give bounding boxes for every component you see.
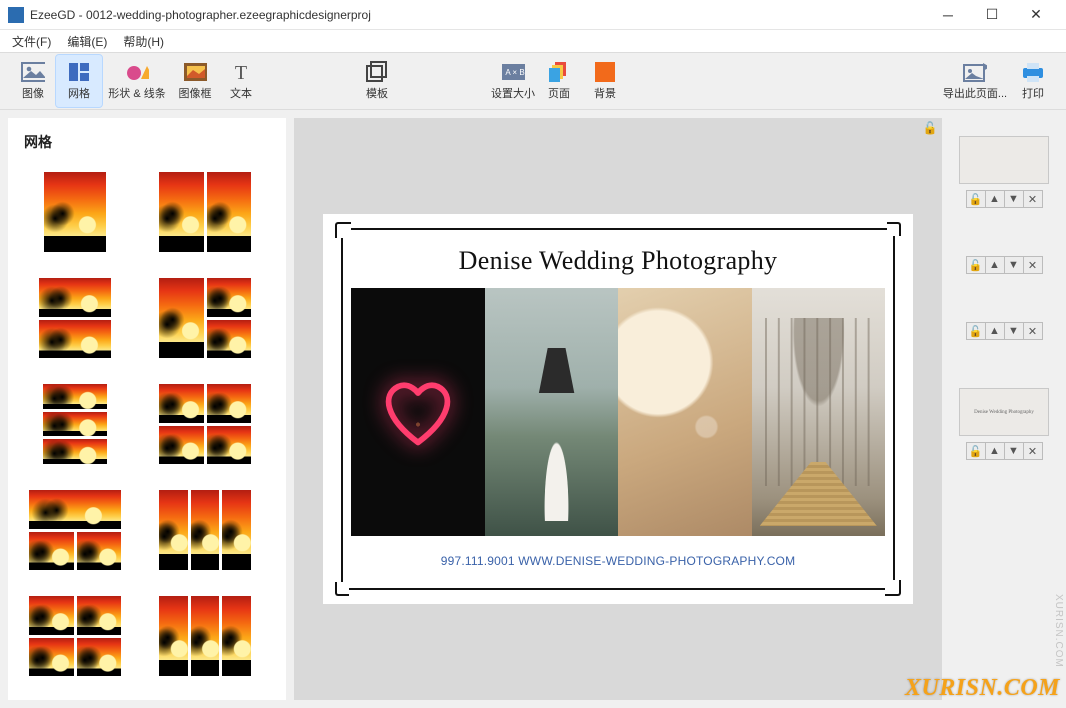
window-title: EzeeGD - 0012-wedding-photographer.ezeeg… xyxy=(30,8,926,22)
tool-page[interactable]: 页面 xyxy=(536,55,582,107)
print-icon xyxy=(1021,61,1045,83)
card-title[interactable]: Denise Wedding Photography xyxy=(459,246,778,276)
layout-4[interactable] xyxy=(146,272,264,364)
layout-6[interactable] xyxy=(146,378,264,470)
layer-item[interactable]: 🔓 ▲ ▼ ✕ xyxy=(950,256,1058,274)
layout-7[interactable] xyxy=(16,484,134,576)
svg-text:A × B: A × B xyxy=(505,68,524,77)
card-image-church[interactable] xyxy=(752,288,886,536)
layer-down[interactable]: ▼ xyxy=(1004,322,1024,340)
layer-delete[interactable]: ✕ xyxy=(1023,190,1043,208)
close-button[interactable]: ✕ xyxy=(1014,0,1058,30)
layout-1[interactable] xyxy=(16,166,134,258)
page-icon xyxy=(547,61,571,83)
menu-file[interactable]: 文件(F) xyxy=(6,31,57,52)
card-image-heart[interactable] xyxy=(351,288,485,536)
layer-up[interactable]: ▲ xyxy=(985,190,1005,208)
layer-thumb[interactable] xyxy=(959,136,1049,184)
toolbar: 图像 网格 形状 & 线条 图像框 T 文本 模板 A × B 设置大小 xyxy=(0,52,1066,110)
sidebar: 网格 xyxy=(8,118,286,700)
menu-help[interactable]: 帮助(H) xyxy=(117,31,170,52)
svg-text:T: T xyxy=(235,62,247,82)
tool-template[interactable]: 模板 xyxy=(354,55,400,107)
lock-icon[interactable]: 🔓 xyxy=(918,116,942,140)
tool-setsize[interactable]: A × B 设置大小 xyxy=(490,55,536,107)
tool-export[interactable]: 导出此页面... xyxy=(940,55,1010,107)
card-contact[interactable]: 997.111.9001 WWW.DENISE-WEDDING-PHOTOGRA… xyxy=(441,554,796,568)
layer-item[interactable]: 🔓 ▲ ▼ ✕ xyxy=(950,136,1058,208)
tool-print[interactable]: 打印 xyxy=(1010,55,1056,107)
layer-up[interactable]: ▲ xyxy=(985,322,1005,340)
text-icon: T xyxy=(229,61,253,83)
layer-lock[interactable]: 🔓 xyxy=(966,442,986,460)
layout-9[interactable] xyxy=(16,590,134,682)
titlebar: EzeeGD - 0012-wedding-photographer.ezeeg… xyxy=(0,0,1066,30)
shapes-icon xyxy=(125,61,149,83)
layer-lock[interactable]: 🔓 xyxy=(966,256,986,274)
layer-delete[interactable]: ✕ xyxy=(1023,442,1043,460)
layout-2[interactable] xyxy=(146,166,264,258)
watermark-main: XURISN.COM xyxy=(905,675,1060,702)
layer-lock[interactable]: 🔓 xyxy=(966,190,986,208)
canvas-wrap: 🔓 Denise Wedding Photography 997.111.900… xyxy=(294,118,942,700)
layer-item[interactable]: 🔓 ▲ ▼ ✕ xyxy=(950,322,1058,340)
tool-grid[interactable]: 网格 xyxy=(56,55,102,107)
tool-frame[interactable]: 图像框 xyxy=(172,55,218,107)
layer-up[interactable]: ▲ xyxy=(985,442,1005,460)
layout-5[interactable] xyxy=(16,378,134,470)
layer-delete[interactable]: ✕ xyxy=(1023,322,1043,340)
tool-background[interactable]: 背景 xyxy=(582,55,628,107)
background-icon xyxy=(593,61,617,83)
layout-10[interactable] xyxy=(146,590,264,682)
app-icon xyxy=(8,7,24,23)
card-image-hands[interactable] xyxy=(618,288,752,536)
tool-shapes[interactable]: 形状 & 线条 xyxy=(102,55,172,107)
grid-gallery[interactable] xyxy=(8,162,286,700)
layer-item[interactable]: Denise Wedding Photography 🔓 ▲ ▼ ✕ xyxy=(950,388,1058,460)
grid-icon xyxy=(67,61,91,83)
design-card[interactable]: Denise Wedding Photography 997.111.9001 … xyxy=(323,214,913,604)
image-icon xyxy=(21,61,45,83)
menubar: 文件(F) 编辑(E) 帮助(H) xyxy=(0,30,1066,52)
tool-text[interactable]: T 文本 xyxy=(218,55,264,107)
maximize-button[interactable]: ☐ xyxy=(970,0,1014,30)
menu-edit[interactable]: 编辑(E) xyxy=(61,31,113,52)
layer-down[interactable]: ▼ xyxy=(1004,256,1024,274)
card-image-row xyxy=(351,288,885,536)
layer-thumb-text[interactable]: Denise Wedding Photography xyxy=(959,388,1049,436)
frame-icon xyxy=(183,61,207,83)
template-icon xyxy=(365,61,389,83)
layer-up[interactable]: ▲ xyxy=(985,256,1005,274)
layer-down[interactable]: ▼ xyxy=(1004,442,1024,460)
watermark-side: XURISN.COM xyxy=(1053,594,1064,668)
layout-8[interactable] xyxy=(146,484,264,576)
layout-3[interactable] xyxy=(16,272,134,364)
card-image-couple[interactable] xyxy=(485,288,619,536)
setsize-icon: A × B xyxy=(501,61,525,83)
export-icon xyxy=(963,61,987,83)
layer-delete[interactable]: ✕ xyxy=(1023,256,1043,274)
layer-down[interactable]: ▼ xyxy=(1004,190,1024,208)
workspace: 网格 🔓 xyxy=(0,110,1066,708)
layer-lock[interactable]: 🔓 xyxy=(966,322,986,340)
tool-image[interactable]: 图像 xyxy=(10,55,56,107)
sidebar-title: 网格 xyxy=(8,118,286,162)
minimize-button[interactable]: ─ xyxy=(926,0,970,30)
layer-rail: 🔓 ▲ ▼ ✕ 🔓 ▲ ▼ ✕ 🔓 ▲ ▼ ✕ Denise Wedding xyxy=(950,118,1058,700)
